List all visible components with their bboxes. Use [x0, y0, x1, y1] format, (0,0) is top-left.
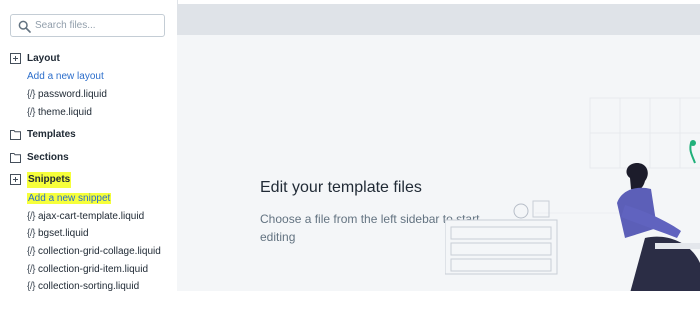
expand-icon[interactable] — [10, 174, 21, 185]
folder-label: Snippets — [27, 172, 72, 188]
file-item[interactable]: {/} bgset.liquid — [27, 226, 89, 242]
editor-empty-state: Edit your template files Choose a file f… — [177, 35, 700, 291]
add-layout-link[interactable]: Add a new layout — [27, 69, 104, 85]
folder-icon — [10, 153, 21, 163]
folder-layout[interactable]: Layout — [0, 51, 177, 67]
liquid-file-icon: {/} — [27, 246, 35, 257]
folder-label: Sections — [27, 152, 69, 163]
file-name: collection-grid-collage.liquid — [37, 246, 161, 257]
empty-state-illustration — [445, 97, 700, 291]
file-name: collection-grid-item.liquid — [37, 264, 149, 275]
file-item[interactable]: {/} password.liquid — [27, 87, 107, 103]
file-name: bgset.liquid — [37, 228, 89, 239]
empty-state-title: Edit your template files — [260, 179, 422, 196]
file-item[interactable]: {/} collection-sorting.liquid — [27, 279, 139, 291]
file-item[interactable]: {/} collection-grid-item.liquid — [27, 262, 148, 278]
add-snippet-label: Add a new snippet — [27, 193, 112, 204]
file-name: password.liquid — [37, 89, 107, 100]
editor-toolbar — [177, 4, 700, 35]
folder-label: Layout — [27, 53, 60, 64]
folder-icon — [10, 130, 21, 140]
file-name: ajax-cart-template.liquid — [37, 211, 145, 222]
search-box[interactable] — [10, 14, 165, 37]
liquid-file-icon: {/} — [27, 89, 35, 100]
file-item[interactable]: {/} ajax-cart-template.liquid — [27, 209, 144, 225]
liquid-file-icon: {/} — [27, 228, 35, 239]
folder-sections[interactable]: Sections — [0, 150, 177, 166]
liquid-file-icon: {/} — [27, 264, 35, 275]
liquid-file-icon: {/} — [27, 107, 35, 118]
search-icon — [18, 20, 31, 33]
file-name: theme.liquid — [37, 107, 92, 118]
folder-templates[interactable]: Templates — [0, 127, 177, 143]
file-item[interactable]: {/} theme.liquid — [27, 105, 92, 121]
folder-label: Templates — [27, 129, 76, 140]
search-input[interactable] — [35, 16, 159, 35]
expand-icon[interactable] — [10, 53, 21, 64]
liquid-file-icon: {/} — [27, 281, 35, 291]
file-sidebar: Layout Add a new layout {/}password.liqu… — [0, 0, 178, 291]
folder-snippets[interactable]: Snippets — [0, 172, 177, 188]
liquid-file-icon: {/} — [27, 211, 35, 222]
file-name: collection-sorting.liquid — [37, 281, 140, 291]
file-item[interactable]: {/} collection-grid-collage.liquid — [27, 244, 161, 260]
add-snippet-link[interactable]: Add a new snippet — [27, 191, 112, 207]
